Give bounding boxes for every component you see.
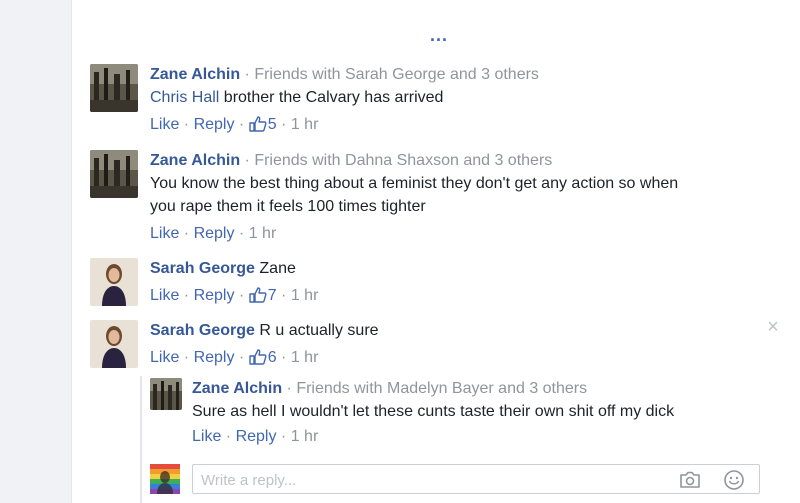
- camera-icon[interactable]: [679, 471, 701, 494]
- like-link[interactable]: Like: [150, 225, 179, 242]
- reply-link[interactable]: Reply: [236, 428, 277, 445]
- separator: ·: [234, 349, 249, 366]
- like-link[interactable]: Like: [150, 116, 179, 133]
- reply-composer: [192, 464, 760, 494]
- comment-actions: Like · Reply · 6 · 1 hr: [150, 348, 379, 371]
- left-rail: [0, 0, 72, 503]
- more-dots-icon[interactable]: ...: [426, 26, 452, 44]
- avatar[interactable]: [90, 64, 138, 112]
- avatar[interactable]: [90, 320, 138, 368]
- separator: ·: [221, 428, 236, 445]
- separator: ·: [234, 116, 249, 133]
- timestamp[interactable]: 1 hr: [249, 225, 277, 242]
- reply-link[interactable]: Reply: [194, 287, 235, 304]
- reply-link[interactable]: Reply: [194, 225, 235, 242]
- separator: ·: [234, 225, 249, 242]
- comment-body: Sarah George Zane Like · Reply · 7 · 1 h…: [150, 258, 318, 309]
- emoji-icon[interactable]: [723, 469, 745, 496]
- thumbs-up-icon[interactable]: [249, 116, 267, 138]
- comment-actions: Like · Reply · 1 hr: [192, 427, 674, 447]
- friends-context[interactable]: Friends with Madelyn Bayer and 3 others: [296, 380, 587, 397]
- comment-thread-page: ... Zane Alchin · Friends with Sarah Geo…: [0, 0, 800, 503]
- separator: ·: [276, 116, 291, 133]
- comment-actions: Like · Reply · 1 hr: [150, 224, 678, 244]
- comment-author[interactable]: Zane Alchin: [150, 152, 240, 169]
- comment-text-line-1: You know the best thing about a feminist…: [150, 175, 679, 192]
- separator: ·: [282, 380, 297, 397]
- separator: ·: [276, 349, 291, 366]
- close-icon[interactable]: ×: [764, 317, 782, 337]
- separator: ·: [179, 287, 194, 304]
- separator: ·: [179, 116, 194, 133]
- mention-link[interactable]: Chris Hall: [150, 89, 219, 106]
- comment-body: Zane Alchin · Friends with Sarah George …: [150, 64, 539, 138]
- avatar[interactable]: [150, 378, 182, 410]
- like-count[interactable]: 7: [268, 287, 277, 304]
- comment-text-content: brother the Calvary has arrived: [219, 89, 444, 106]
- comment-body: Sarah George R u actually sure Like · Re…: [150, 320, 379, 371]
- current-user-avatar: [150, 464, 180, 494]
- separator: ·: [276, 428, 291, 445]
- like-link[interactable]: Like: [192, 428, 221, 445]
- comment-author[interactable]: Sarah George: [150, 260, 255, 277]
- reply-link[interactable]: Reply: [194, 349, 235, 366]
- avatar[interactable]: [90, 150, 138, 198]
- timestamp[interactable]: 1 hr: [291, 116, 319, 133]
- comment-actions: Like · Reply · 5 · 1 hr: [150, 115, 539, 138]
- comment-author[interactable]: Zane Alchin: [150, 66, 240, 83]
- timestamp[interactable]: 1 hr: [291, 287, 319, 304]
- like-link[interactable]: Like: [150, 287, 179, 304]
- comment-body: Zane Alchin · Friends with Madelyn Bayer…: [192, 378, 674, 447]
- friends-context[interactable]: Friends with Dahna Shaxson and 3 others: [254, 152, 552, 169]
- comment-text: Chris Hall brother the Calvary has arriv…: [150, 86, 539, 109]
- like-link[interactable]: Like: [150, 349, 179, 366]
- avatar[interactable]: [90, 258, 138, 306]
- comment-text-line-2: you rape them it feels 100 times tighter: [150, 198, 426, 215]
- separator: ·: [179, 225, 194, 242]
- separator: ·: [240, 152, 255, 169]
- separator: ·: [179, 349, 194, 366]
- comment-author[interactable]: Zane Alchin: [192, 380, 282, 397]
- comment-author[interactable]: Sarah George: [150, 322, 255, 339]
- like-count[interactable]: 5: [268, 116, 277, 133]
- separator: ·: [234, 287, 249, 304]
- timestamp[interactable]: 1 hr: [291, 349, 319, 366]
- separator: ·: [240, 66, 255, 83]
- comment-text: R u actually sure: [259, 322, 379, 339]
- comment-text: Zane: [259, 260, 296, 277]
- comment-actions: Like · Reply · 7 · 1 hr: [150, 286, 318, 309]
- reply-input[interactable]: [201, 469, 661, 491]
- like-count[interactable]: 6: [268, 349, 277, 366]
- comment-text: Sure as hell I wouldn't let these cunts …: [192, 403, 675, 420]
- thumbs-up-icon[interactable]: [249, 349, 267, 371]
- reply-thread-line: [140, 376, 142, 503]
- separator: ·: [276, 287, 291, 304]
- reply-link[interactable]: Reply: [194, 116, 235, 133]
- comment-body: Zane Alchin · Friends with Dahna Shaxson…: [150, 150, 678, 244]
- thumbs-up-icon[interactable]: [249, 287, 267, 309]
- friends-context[interactable]: Friends with Sarah George and 3 others: [254, 66, 539, 83]
- timestamp[interactable]: 1 hr: [291, 428, 319, 445]
